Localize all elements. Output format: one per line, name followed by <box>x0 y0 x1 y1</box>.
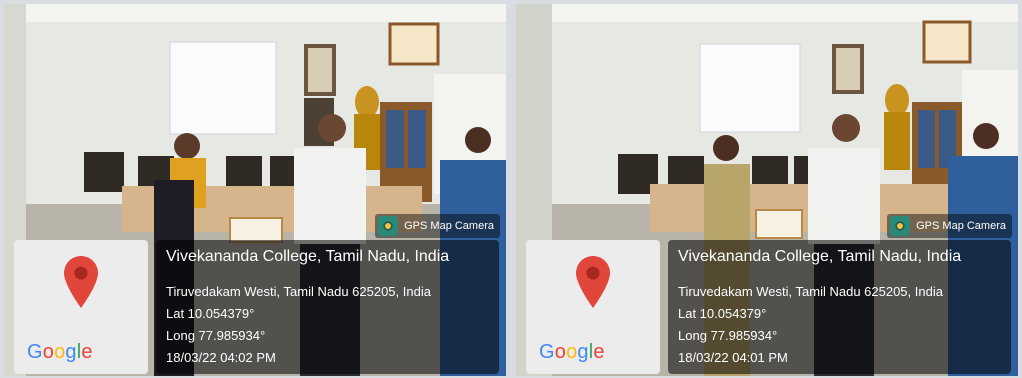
latitude-line: Lat 10.054379° <box>166 306 255 321</box>
gps-map-camera-tag: GPS Map Camera <box>375 214 500 238</box>
gps-map-camera-tag: GPS Map Camera <box>887 214 1012 238</box>
longitude-line: Long 77.985934° <box>166 328 266 343</box>
map-thumbnail: Google <box>14 240 148 374</box>
camera-icon <box>890 216 911 236</box>
gps-tag-label: GPS Map Camera <box>916 220 1006 232</box>
google-logo: Google <box>539 341 605 363</box>
camera-icon <box>378 216 399 236</box>
geotag-photo-1: GPS Map Camera Google Vivekananda Colleg… <box>4 4 506 376</box>
map-thumbnail: Google <box>526 240 660 374</box>
datetime-line: 18/03/22 04:02 PM <box>166 350 276 365</box>
latitude-line: Lat 10.054379° <box>678 306 767 321</box>
map-pin-icon <box>64 256 98 308</box>
address-line: Tiruvedakam Westi, Tamil Nadu 625205, In… <box>166 284 431 299</box>
place-name: Vivekananda College, Tamil Nadu, India <box>166 248 450 265</box>
geotag-photo-2: GPS Map Camera Google Vivekananda Colleg… <box>516 4 1018 376</box>
location-info-box: Vivekananda College, Tamil Nadu, India T… <box>668 240 1011 374</box>
map-pin-icon <box>576 256 610 308</box>
google-logo: Google <box>27 341 93 363</box>
datetime-line: 18/03/22 04:01 PM <box>678 350 788 365</box>
address-line: Tiruvedakam Westi, Tamil Nadu 625205, In… <box>678 284 943 299</box>
longitude-line: Long 77.985934° <box>678 328 778 343</box>
gps-tag-label: GPS Map Camera <box>404 220 494 232</box>
location-info-box: Vivekananda College, Tamil Nadu, India T… <box>156 240 499 374</box>
place-name: Vivekananda College, Tamil Nadu, India <box>678 248 962 265</box>
